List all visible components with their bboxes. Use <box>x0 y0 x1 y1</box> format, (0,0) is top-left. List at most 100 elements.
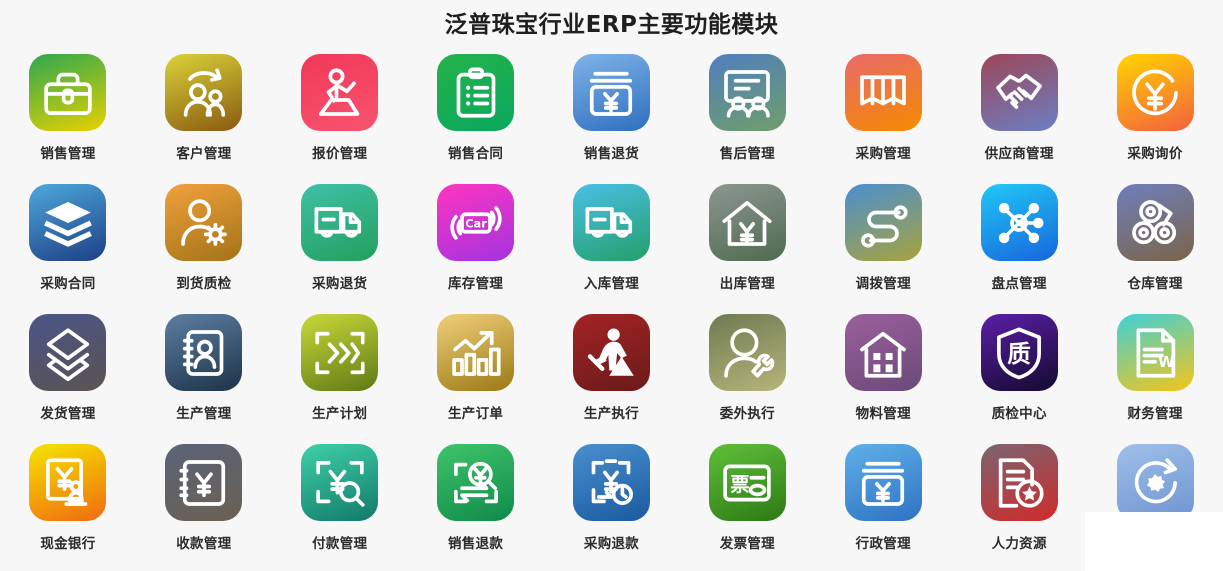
module-label: 调拨管理 <box>855 276 911 292</box>
module-cell[interactable]: 售后管理 <box>679 54 815 167</box>
yuan-safe-icon[interactable] <box>165 444 243 521</box>
module-cell[interactable]: 仓库管理 <box>1087 184 1223 297</box>
users-refresh-icon[interactable] <box>165 54 243 131</box>
module-cell[interactable]: 采购退款 <box>544 444 680 557</box>
gear-refresh-icon[interactable] <box>1116 444 1194 521</box>
module-label: 物料管理 <box>855 406 911 422</box>
layers-diamond-icon[interactable] <box>29 314 107 391</box>
fast-forward-scan-icon[interactable] <box>301 314 379 391</box>
truck-icon[interactable] <box>572 184 650 261</box>
module-label: 质检中心 <box>991 406 1047 422</box>
module-cell[interactable]: 付款管理 <box>272 444 408 557</box>
module-cell[interactable]: 委外执行 <box>679 314 815 427</box>
module-cell[interactable]: 行政管理 <box>815 444 951 557</box>
module-label: 销售管理 <box>40 146 96 162</box>
module-cell[interactable]: 采购合同 <box>0 184 136 297</box>
module-label: 现金银行 <box>40 536 96 552</box>
module-label: 入库管理 <box>583 276 640 292</box>
module-cell[interactable]: 报价管理 <box>272 54 408 167</box>
module-label: 到货质检 <box>176 276 232 292</box>
invoice-card-icon[interactable]: 票 <box>708 444 786 521</box>
module-label: 库存管理 <box>448 276 504 292</box>
module-label: 收款管理 <box>176 536 232 552</box>
svg-text:W: W <box>1158 353 1174 371</box>
module-label: 行政管理 <box>855 536 911 552</box>
map-fold-icon[interactable] <box>844 54 922 131</box>
module-cell[interactable]: 采购询价 <box>1087 54 1223 167</box>
module-cell[interactable]: 盘点管理 <box>951 184 1087 297</box>
coils-icon[interactable] <box>1116 184 1194 261</box>
module-cell[interactable]: 人力资源 <box>951 444 1087 557</box>
module-cell[interactable]: 收款管理 <box>136 444 272 557</box>
module-label: 销售退货 <box>583 146 640 162</box>
quality-shield-icon[interactable]: 质 <box>980 314 1058 391</box>
yuan-stamp-icon[interactable] <box>29 444 107 521</box>
module-cell[interactable]: 采购退货 <box>272 184 408 297</box>
module-cell[interactable]: 物料管理 <box>815 314 951 427</box>
module-label: 发货管理 <box>40 406 96 422</box>
module-cell[interactable]: 生产管理 <box>136 314 272 427</box>
module-cell[interactable]: 生产执行 <box>544 314 680 427</box>
person-wrench-icon[interactable] <box>708 314 786 391</box>
module-label: 付款管理 <box>312 536 368 552</box>
yuan-search-scan-icon[interactable] <box>301 444 379 521</box>
support-people-icon[interactable] <box>708 54 786 131</box>
worker-digging-icon[interactable] <box>572 314 650 391</box>
module-cell[interactable]: 发货管理 <box>0 314 136 427</box>
network-nodes-icon[interactable] <box>980 184 1058 261</box>
module-cell[interactable]: 质质检中心 <box>951 314 1087 427</box>
yuan-return-clock-icon[interactable] <box>572 444 650 521</box>
module-cell[interactable]: 客户管理 <box>136 54 272 167</box>
module-label: 仓库管理 <box>1127 276 1183 292</box>
yuan-circle-icon[interactable] <box>1116 54 1194 131</box>
clipboard-list-icon[interactable] <box>437 54 515 131</box>
module-cell[interactable]: 调拨管理 <box>815 184 951 297</box>
module-label: 供应商管理 <box>984 146 1054 162</box>
module-cell[interactable]: 生产订单 <box>408 314 544 427</box>
module-label: 生产订单 <box>448 406 504 422</box>
transfer-route-icon[interactable] <box>844 184 922 261</box>
briefcase-icon[interactable] <box>29 54 107 131</box>
module-grid: 销售管理 客户管理 报价管理 销售合同 销售退货 售后管理 采购管理 供应商管理 采购询价采购合… <box>0 46 1223 557</box>
svg-text:质: 质 <box>1007 339 1031 367</box>
module-cell[interactable]: W 财务管理 <box>1087 314 1223 427</box>
bar-chart-up-icon[interactable] <box>437 314 515 391</box>
user-gear-icon[interactable] <box>165 184 243 261</box>
module-cell[interactable]: 供应商管理 <box>951 54 1087 167</box>
factory-house-icon[interactable] <box>844 314 922 391</box>
module-label: 生产计划 <box>312 406 368 422</box>
module-cell[interactable]: 票发票管理 <box>679 444 815 557</box>
yuan-refund-icon[interactable] <box>437 444 515 521</box>
white-occlusion-rectangle <box>1085 512 1223 571</box>
module-label: 客户管理 <box>176 146 232 162</box>
module-cell[interactable]: 入库管理 <box>544 184 680 297</box>
module-label: 发票管理 <box>719 536 775 552</box>
rfid-car-tag-icon[interactable]: Car <box>437 184 515 261</box>
word-doc-icon[interactable]: W <box>1116 314 1194 391</box>
resume-star-icon[interactable] <box>980 444 1058 521</box>
module-label: 售后管理 <box>719 146 775 162</box>
warehouse-yuan-icon[interactable] <box>708 184 786 261</box>
employee-book-icon[interactable] <box>165 314 243 391</box>
module-label: 采购退款 <box>583 536 640 552</box>
module-cell[interactable]: 销售退款 <box>408 444 544 557</box>
module-label: 采购询价 <box>1127 146 1183 162</box>
module-cell[interactable]: 销售退货 <box>544 54 680 167</box>
handshake-icon[interactable] <box>980 54 1058 131</box>
yuan-box-icon[interactable] <box>844 444 922 521</box>
module-label: 生产管理 <box>176 406 232 422</box>
module-cell[interactable]: 销售合同 <box>408 54 544 167</box>
module-cell[interactable]: 销售管理 <box>0 54 136 167</box>
truck-icon[interactable] <box>301 184 379 261</box>
module-cell[interactable]: 出库管理 <box>679 184 815 297</box>
yuan-box-icon[interactable] <box>572 54 650 131</box>
module-cell[interactable]: 到货质检 <box>136 184 272 297</box>
person-presenting-icon[interactable] <box>301 54 379 131</box>
module-label: 采购管理 <box>855 146 911 162</box>
module-cell[interactable]: 生产计划 <box>272 314 408 427</box>
module-label: 生产执行 <box>583 406 640 422</box>
module-cell[interactable]: 采购管理 <box>815 54 951 167</box>
module-cell[interactable]: 现金银行 <box>0 444 136 557</box>
module-cell[interactable]: Car 库存管理 <box>408 184 544 297</box>
stacked-layers-icon[interactable] <box>29 184 107 261</box>
